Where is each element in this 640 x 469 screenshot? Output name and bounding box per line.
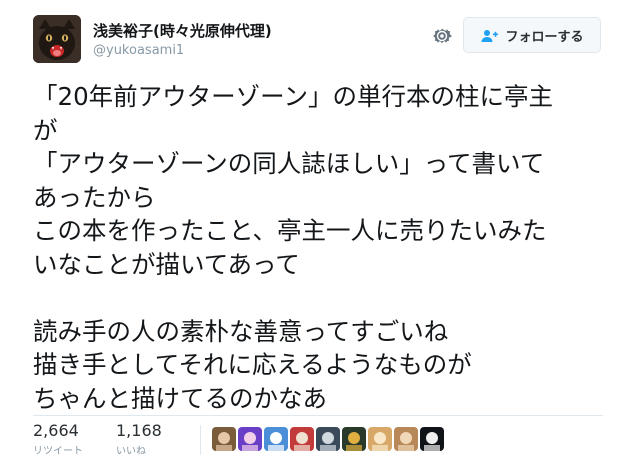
liker-avatar[interactable]	[368, 427, 392, 451]
liker-avatar[interactable]	[342, 427, 366, 451]
liker-avatar[interactable]	[238, 427, 262, 451]
stats-divider	[33, 415, 603, 416]
author-handle[interactable]: @yukoasami1	[93, 43, 184, 58]
liker-avatar[interactable]	[420, 427, 444, 451]
like-count: 1,168	[116, 421, 162, 440]
stats-separator	[200, 425, 201, 455]
follow-button-label: フォローする	[505, 29, 584, 45]
tweet-line: が	[33, 115, 58, 145]
add-person-icon	[480, 28, 499, 42]
tweet-line: 描き手としてそれに応えるようなものが	[33, 350, 472, 379]
retweet-label: リツイート	[33, 446, 83, 457]
liker-avatar[interactable]	[212, 427, 236, 451]
tweet-line: いなことが描いてあって	[33, 249, 300, 279]
tweet-line: この本を作ったこと、亭主一人に売りたいみた	[33, 216, 547, 245]
avatar[interactable]	[33, 15, 81, 63]
tweet-line: 「アウターゾーンの同人誌ほしい」って書いて	[33, 149, 545, 178]
tweet-header: 浅美裕子(時々光原伸代理) @yukoasami1 フォローする	[0, 0, 640, 72]
author-name[interactable]: 浅美裕子(時々光原伸代理)	[93, 20, 272, 41]
retweet-stat[interactable]: 2,664 リツイート	[33, 421, 83, 457]
tweet-line: 「20年前アウターゾーン」の単行本の柱に亭主	[33, 82, 553, 111]
tweet-text: 「20年前アウターゾーン」の単行本の柱に亭主 が 「アウターゾーンの同人誌ほしい…	[33, 80, 623, 415]
liker-avatar[interactable]	[290, 427, 314, 451]
like-stat[interactable]: 1,168 いいね	[116, 421, 162, 457]
tweet-line: 読み手の人の素朴な善意ってすごいね	[33, 316, 449, 346]
cat-avatar-image	[33, 15, 81, 63]
like-label: いいね	[116, 446, 146, 457]
follow-button[interactable]: フォローする	[463, 17, 601, 53]
tweet-line: ちゃんと描けてるのかなあ	[33, 383, 327, 413]
gear-icon[interactable]	[430, 24, 454, 48]
tweet-line: あったから	[33, 182, 156, 212]
liker-avatar[interactable]	[264, 427, 288, 451]
tweet-line	[33, 281, 623, 315]
liker-avatar[interactable]	[394, 427, 418, 451]
retweet-count: 2,664	[33, 421, 79, 440]
liker-avatars	[212, 427, 444, 451]
liker-avatar[interactable]	[316, 427, 340, 451]
